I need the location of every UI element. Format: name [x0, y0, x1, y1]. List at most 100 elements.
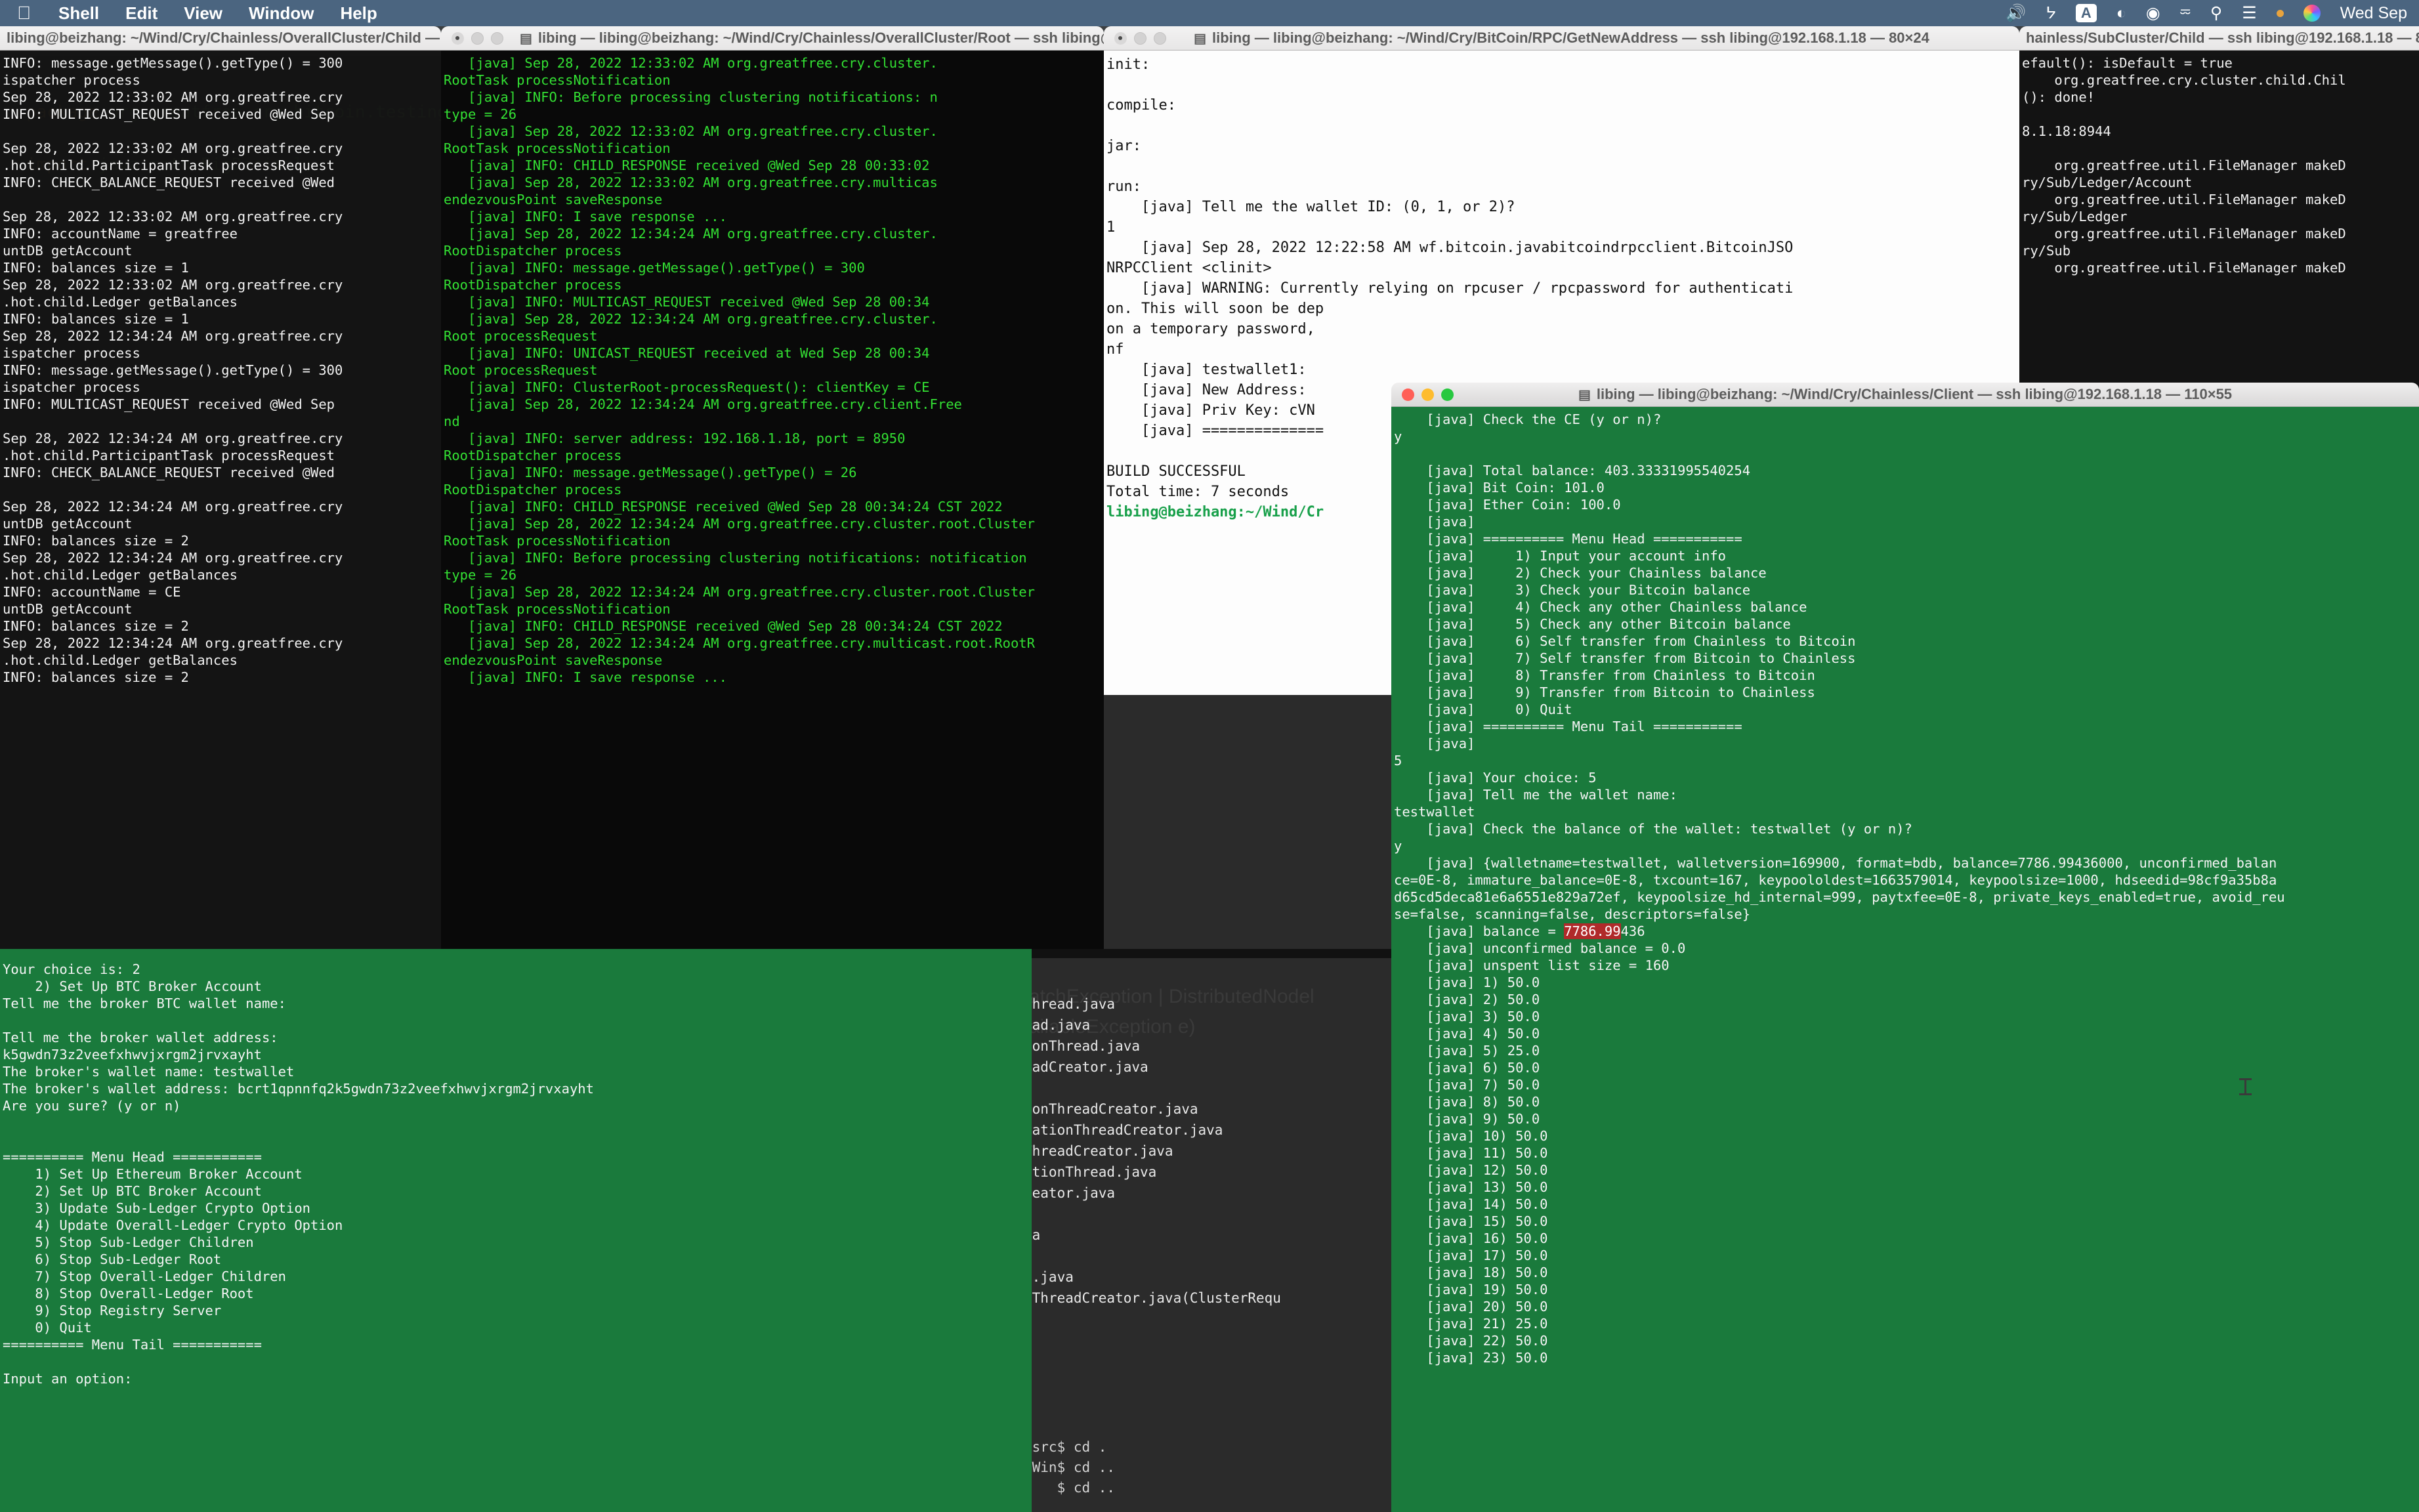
titlebar-subcluster-child[interactable]: hainless/SubCluster/Child — ssh libing@1…	[2019, 26, 2419, 51]
window-broker-setup[interactable]: Your choice is: 2 2) Set Up BTC Broker A…	[0, 949, 1032, 1512]
bluetooth-icon[interactable]: ᔭ	[2046, 5, 2056, 22]
ide-file-list[interactable]: Thread.java ead.java ionThread.java eadCrea…	[1024, 994, 1281, 1309]
ide-project-pane[interactable]: atchException | DistributedNodel ailable…	[1024, 984, 1391, 1512]
terminal-output-overallcluster-root[interactable]: [java] Sep 28, 2022 12:33:02 AM org.grea…	[441, 51, 1104, 949]
siri-icon[interactable]	[2303, 5, 2321, 22]
window-controls-overallcluster-root[interactable]	[441, 32, 503, 45]
ide-file-item[interactable]	[1024, 1078, 1281, 1099]
terminal-output-overallcluster-child[interactable]: INFO: message.getMessage().getType() = 3…	[0, 51, 441, 949]
ide-file-item[interactable]: ead.java	[1024, 1015, 1281, 1036]
menu-bar-status-area[interactable]: 🔊 ᔭ A ◐ ◉ ⏔ ⚲ ☰ Wed Sep	[2006, 4, 2419, 23]
terminal-line: INFO: balances size = 2	[3, 533, 189, 549]
ide-file-item[interactable]: tThreadCreator.java(ClusterRequ	[1024, 1288, 1281, 1309]
window-controls-getnewaddress[interactable]	[1104, 32, 1166, 45]
menu-item-help[interactable]: Help	[327, 3, 390, 24]
minimize-button[interactable]	[1421, 388, 1434, 401]
window-controls-chainless-client[interactable]	[1391, 388, 1454, 401]
terminal-line: Sep 28, 2022 12:34:24 AM org.greatfree.c…	[3, 550, 343, 566]
terminal-line: Sep 28, 2022 12:33:02 AM org.greatfree.c…	[3, 277, 343, 293]
titlebar-overallcluster-child[interactable]: libing@beizhang: ~/Wind/Cry/Chainless/Ov…	[0, 26, 441, 51]
terminal-line: [java] 20) 50.0	[1394, 1299, 1548, 1314]
ide-file-item[interactable]	[1024, 1204, 1281, 1225]
user-account-icon[interactable]: ◉	[2146, 5, 2160, 22]
terminal-line: Sep 28, 2022 12:33:02 AM org.greatfree.c…	[3, 89, 343, 105]
ide-file-item[interactable]: r.java	[1024, 1267, 1281, 1288]
terminal-line: .hot.child.Ledger getBalances	[3, 567, 238, 583]
eject-icon[interactable]: ⏔	[2180, 5, 2191, 22]
terminal-line: [java] 2) Check your Chainless balance	[1394, 565, 1767, 581]
terminal-line: [java] 14) 50.0	[1394, 1196, 1548, 1212]
terminal-line: 8) Stop Overall-Ledger Root	[3, 1286, 254, 1301]
volume-icon[interactable]: 🔊	[2006, 5, 2026, 22]
terminal-line: [java] Your choice: 5	[1394, 770, 1597, 786]
titlebar-overallcluster-root[interactable]: ▤ libing — libing@beizhang: ~/Wind/Cry/Ch…	[441, 26, 1104, 51]
terminal-output-broker-setup[interactable]: Your choice is: 2 2) Set Up BTC Broker A…	[0, 949, 1032, 1512]
apple-logo-icon[interactable]: 	[0, 4, 45, 22]
control-center-icon[interactable]: ☰	[2242, 5, 2256, 22]
window-subcluster-child[interactable]: hainless/SubCluster/Child — ssh libing@1…	[2019, 26, 2419, 394]
menu-item-window[interactable]: Window	[236, 3, 327, 24]
window-chainless-client[interactable]: ▤ libing — libing@beizhang: ~/Wind/Cry/Ch…	[1391, 383, 2419, 1512]
close-button[interactable]	[452, 32, 464, 45]
ide-file-item[interactable]: ionThread.java	[1024, 1036, 1281, 1057]
menu-bar[interactable]:  Shell Edit View Window Help 🔊 ᔭ A ◐ ◉ …	[0, 0, 2419, 26]
menu-item-shell[interactable]: Shell	[45, 3, 112, 24]
terminal-line: untDB getAccount	[3, 601, 133, 617]
menu-item-edit[interactable]: Edit	[112, 3, 171, 24]
ide-console[interactable]: /src$ cd ./Win$ cd .. $ cd .. _ACCOUNT_R…	[1024, 1437, 1265, 1512]
terminal-line: 2) Set Up BTC Broker Account	[3, 978, 262, 994]
zoom-button[interactable]	[1441, 388, 1454, 401]
ide-file-item[interactable]: Thread.java	[1024, 994, 1281, 1015]
wifi-icon[interactable]: ◐	[2116, 5, 2126, 22]
terminal-output-chainless-client[interactable]: [java] Check the CE (y or n)? y [java] To…	[1391, 407, 2419, 1512]
balance-line: [java] balance = 7786.99436	[1391, 923, 2419, 940]
terminal-line: [java] 3) Check your Bitcoin balance	[1394, 582, 1751, 598]
titlebar-chainless-client[interactable]: ▤ libing — libing@beizhang: ~/Wind/Cry/Ch…	[1391, 383, 2419, 407]
ide-file-item[interactable]	[1024, 1246, 1281, 1267]
titlebar-getnewaddress[interactable]: ▤ libing — libing@beizhang: ~/Wind/Cry/Bi…	[1104, 26, 2019, 51]
ide-console-line	[1024, 1498, 1265, 1512]
terminal-line: ========== Menu Head ===========	[3, 1149, 262, 1165]
terminal-line: INFO: MULTICAST_REQUEST received @Wed Se…	[3, 106, 335, 122]
terminal-line: INFO: MULTICAST_REQUEST received @Wed Se…	[3, 396, 335, 412]
zoom-button[interactable]	[1154, 32, 1166, 45]
terminal-line: INFO: accountName = CE	[3, 584, 181, 600]
ide-file-item[interactable]: ationThread.java	[1024, 1162, 1281, 1183]
terminal-line: se=false, scanning=false, descriptors=fa…	[1394, 906, 1751, 922]
terminal-line: RootDispatcher process	[444, 482, 622, 497]
ide-file-item[interactable]: cationThreadCreator.java	[1024, 1120, 1281, 1141]
window-overallcluster-root[interactable]: ▤ libing — libing@beizhang: ~/Wind/Cry/Ch…	[441, 26, 1104, 949]
terminal-line: RootTask processNotification	[444, 140, 671, 156]
menu-bar-clock[interactable]: Wed Sep	[2340, 4, 2407, 23]
terminal-line: [java] Sep 28, 2022 12:22:58 AM wf.bitco…	[1106, 240, 1794, 256]
close-button[interactable]	[1402, 388, 1414, 401]
ide-file-item[interactable]: ionThreadCreator.java	[1024, 1099, 1281, 1120]
ide-file-item[interactable]: eadCreator.java	[1024, 1057, 1281, 1078]
window-overallcluster-child[interactable]: libing@beizhang: ~/Wind/Cry/Chainless/Ov…	[0, 26, 441, 949]
ide-file-item[interactable]: ThreadCreator.java	[1024, 1141, 1281, 1162]
minimize-button[interactable]	[1134, 32, 1146, 45]
terminal-line: [java] INFO: message.getMessage().getTyp…	[444, 465, 857, 480]
terminal-output-subcluster-child[interactable]: efault(): isDefault = true org.greatfree…	[2019, 51, 2419, 394]
close-button[interactable]	[1114, 32, 1127, 45]
terminal-line: [java] 22) 50.0	[1394, 1333, 1548, 1349]
minimize-button[interactable]	[471, 32, 484, 45]
terminal-line: [java] 17) 50.0	[1394, 1248, 1548, 1263]
terminal-line: testwallet	[1394, 804, 1475, 820]
terminal-line: ispatcher process	[3, 379, 140, 395]
terminal-line: type = 26	[444, 106, 517, 122]
search-icon[interactable]: ⚲	[2210, 5, 2222, 22]
terminal-line: [java] INFO: Before processing clusterin…	[444, 550, 1027, 566]
zoom-button[interactable]	[491, 32, 503, 45]
ide-file-item[interactable]: reator.java	[1024, 1183, 1281, 1204]
terminal-line: INFO: message.getMessage().getType() = 3…	[3, 362, 343, 378]
menu-item-view[interactable]: View	[171, 3, 236, 24]
input-source-A-icon[interactable]: A	[2075, 4, 2097, 22]
ide-file-item[interactable]: va	[1024, 1225, 1281, 1246]
terminal-line: ce=0E-8, immature_balance=0E-8, txcount=…	[1394, 872, 2277, 888]
